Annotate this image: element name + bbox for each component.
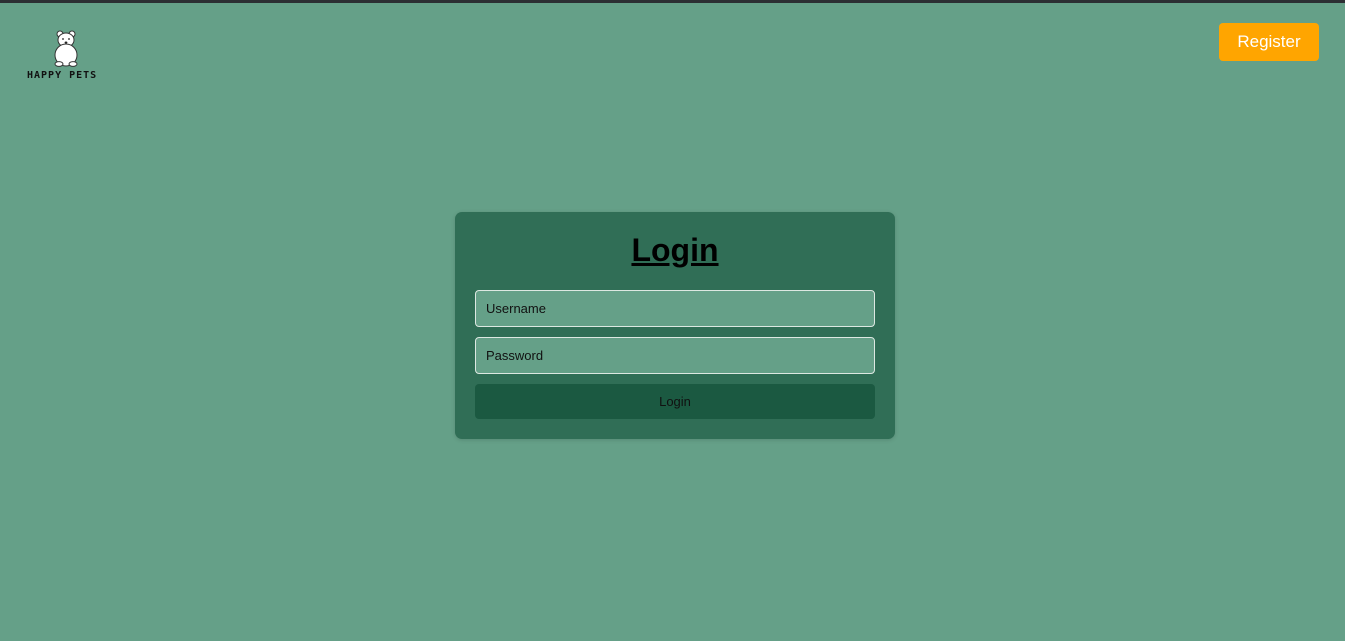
brand-logo[interactable]: HAPPY PETS xyxy=(26,28,110,84)
brand-name: HAPPY PETS xyxy=(27,70,98,81)
password-input[interactable] xyxy=(475,337,875,374)
login-title: Login xyxy=(631,232,719,268)
window-top-border xyxy=(0,0,1345,3)
username-input[interactable] xyxy=(475,290,875,327)
login-button[interactable]: Login xyxy=(475,384,875,419)
login-card: Login Login xyxy=(455,212,895,439)
register-button[interactable]: Register xyxy=(1219,23,1319,61)
bear-icon xyxy=(54,30,78,67)
